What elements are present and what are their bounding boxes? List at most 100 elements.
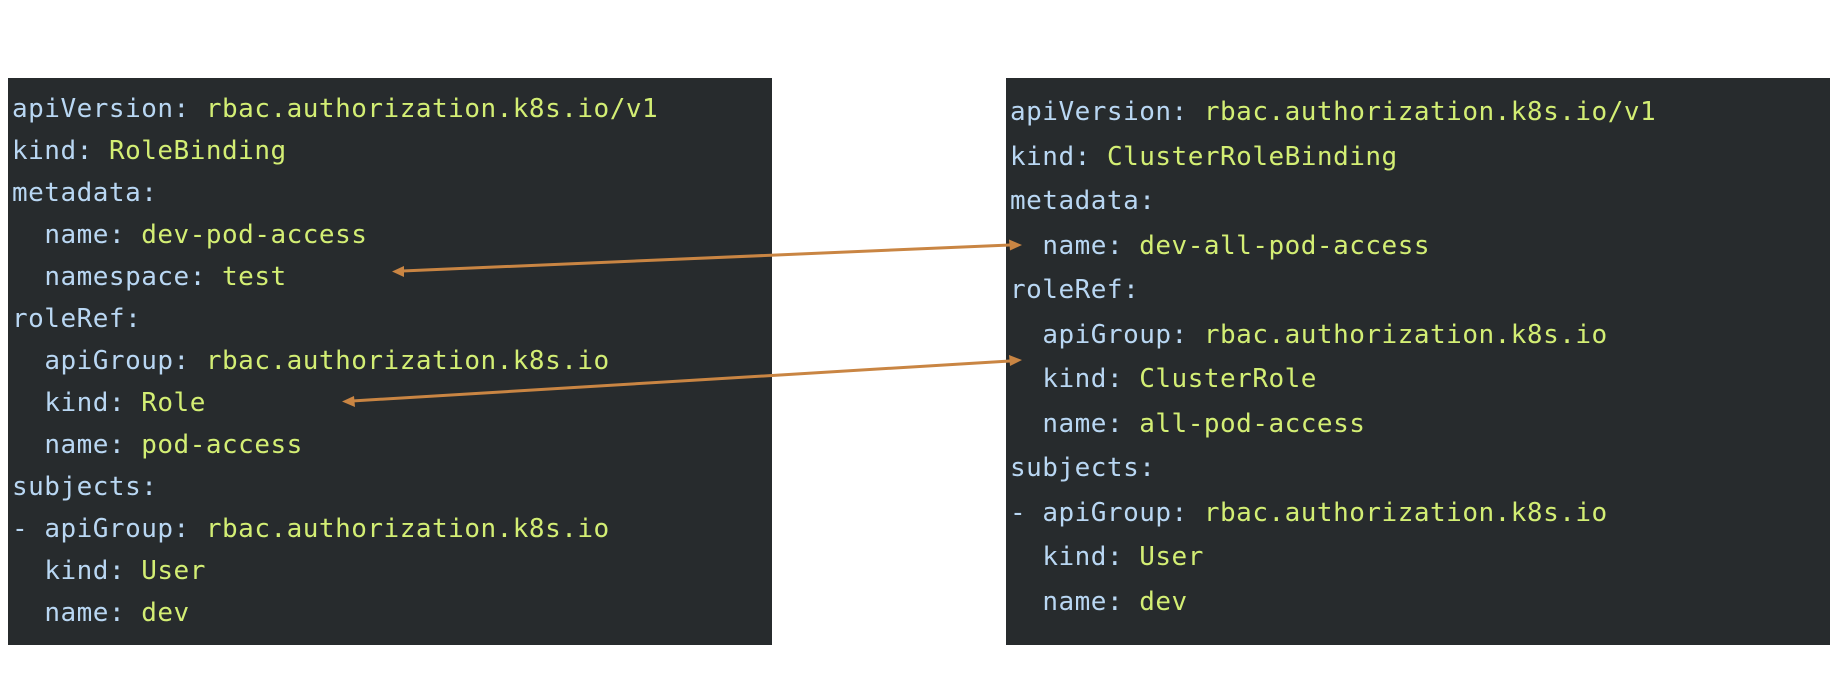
yaml-line: apiGroup: rbac.authorization.k8s.io [1006,313,1830,358]
yaml-line: metadata: [8,172,772,214]
yaml-indent [1010,320,1042,350]
yaml-colon: : [173,514,206,544]
yaml-line: subjects: [1006,446,1830,491]
yaml-line: name: all-pod-access [1006,402,1830,447]
yaml-key: subjects [1010,453,1140,483]
yaml-line: kind: ClusterRoleBinding [1006,135,1830,180]
yaml-key: apiVersion [1010,97,1172,127]
yaml-key: metadata [1010,186,1140,216]
yaml-colon: : [1171,319,1204,350]
yaml-indent: - [12,514,45,544]
yaml-value: rbac.authorization.k8s.io [205,346,610,376]
yaml-line: kind: User [8,550,772,592]
yaml-value: User [1139,542,1204,572]
yaml-key: apiGroup [44,514,174,544]
yaml-key: name [1042,408,1107,439]
yaml-indent [1010,409,1042,439]
yaml-line: apiVersion: rbac.authorization.k8s.io/v1 [1006,90,1830,135]
yaml-value: User [141,556,206,586]
yaml-indent [12,346,44,376]
yaml-line: name: dev [1006,580,1830,625]
yaml-line: - apiGroup: rbac.authorization.k8s.io [1006,491,1830,536]
yaml-key: name [44,430,109,460]
yaml-indent [1010,542,1042,572]
yaml-value: ClusterRoleBinding [1106,141,1398,172]
yaml-line: kind: User [1006,535,1830,580]
yaml-value: pod-access [141,430,303,460]
yaml-value: rbac.authorization.k8s.io/v1 [205,94,659,124]
yaml-colon: : [1123,275,1140,305]
yaml-indent [1010,231,1042,261]
yaml-line: roleRef: [1006,268,1830,313]
yaml-colon: : [1106,408,1140,439]
yaml-key: kind [44,556,109,586]
yaml-line: name: dev-all-pod-access [1006,224,1830,269]
yaml-colon: : [141,472,158,502]
yaml-key: name [1042,230,1107,261]
yaml-colon: : [108,556,142,586]
yaml-colon: : [1106,586,1140,617]
yaml-colon: : [173,94,206,124]
yaml-key: apiVersion [12,94,174,124]
yaml-value: dev-all-pod-access [1139,230,1431,261]
yaml-colon: : [125,304,142,334]
yaml-colon: : [1171,497,1204,528]
yaml-key: kind [1042,542,1107,572]
yaml-colon: : [1074,141,1107,172]
yaml-colon: : [108,430,142,460]
yaml-colon: : [1106,542,1140,572]
yaml-colon: : [141,178,158,208]
yaml-value: RoleBinding [108,136,287,166]
yaml-key: roleRef [1010,275,1124,305]
yaml-key: name [44,598,109,628]
yaml-key: subjects [12,472,142,502]
yaml-value: Role [141,388,206,418]
yaml-line: namespace: test [8,256,772,298]
yaml-value: rbac.authorization.k8s.io [205,514,610,544]
yaml-value: ClusterRole [1139,364,1317,394]
yaml-colon: : [108,598,142,628]
yaml-indent [12,220,44,250]
yaml-key: namespace [44,262,190,292]
yaml-line: name: dev [8,592,772,634]
yaml-colon: : [173,346,206,376]
yaml-key: apiGroup [1042,319,1172,350]
yaml-value: rbac.authorization.k8s.io/v1 [1203,97,1657,127]
yaml-indent [12,598,44,628]
yaml-value: all-pod-access [1139,408,1366,439]
yaml-line: apiVersion: rbac.authorization.k8s.io/v1 [8,88,772,130]
yaml-value: dev-pod-access [141,220,368,250]
yaml-colon: : [108,388,142,418]
yaml-indent: - [1010,497,1043,528]
yaml-key: roleRef [12,304,126,334]
yaml-line: kind: Role [8,382,772,424]
yaml-indent [12,430,44,460]
yaml-colon: : [1106,230,1140,261]
yaml-colon: : [1139,453,1156,483]
yaml-line: kind: ClusterRole [1006,357,1830,402]
yaml-colon: : [76,136,109,166]
yaml-value: dev [1139,586,1188,617]
yaml-colon: : [1106,364,1140,394]
yaml-indent [12,262,44,292]
yaml-colon: : [189,262,223,292]
yaml-value: rbac.authorization.k8s.io [1203,319,1608,350]
yaml-colon: : [1171,97,1204,127]
yaml-key: metadata [12,178,142,208]
yaml-indent [1010,587,1042,617]
yaml-value: dev [141,598,190,628]
yaml-key: apiGroup [44,346,174,376]
yaml-colon: : [108,220,142,250]
yaml-line: kind: RoleBinding [8,130,772,172]
yaml-key: name [1042,586,1107,617]
yaml-key: kind [1042,364,1107,394]
yaml-line: - apiGroup: rbac.authorization.k8s.io [8,508,772,550]
clusterrolebinding-yaml-panel: apiVersion: rbac.authorization.k8s.io/v1… [1006,78,1830,645]
yaml-indent [1010,364,1042,394]
yaml-key: kind [1010,141,1075,172]
yaml-indent [12,556,44,586]
yaml-line: name: pod-access [8,424,772,466]
yaml-key: kind [12,136,77,166]
yaml-value: rbac.authorization.k8s.io [1203,497,1608,528]
yaml-line: metadata: [1006,179,1830,224]
